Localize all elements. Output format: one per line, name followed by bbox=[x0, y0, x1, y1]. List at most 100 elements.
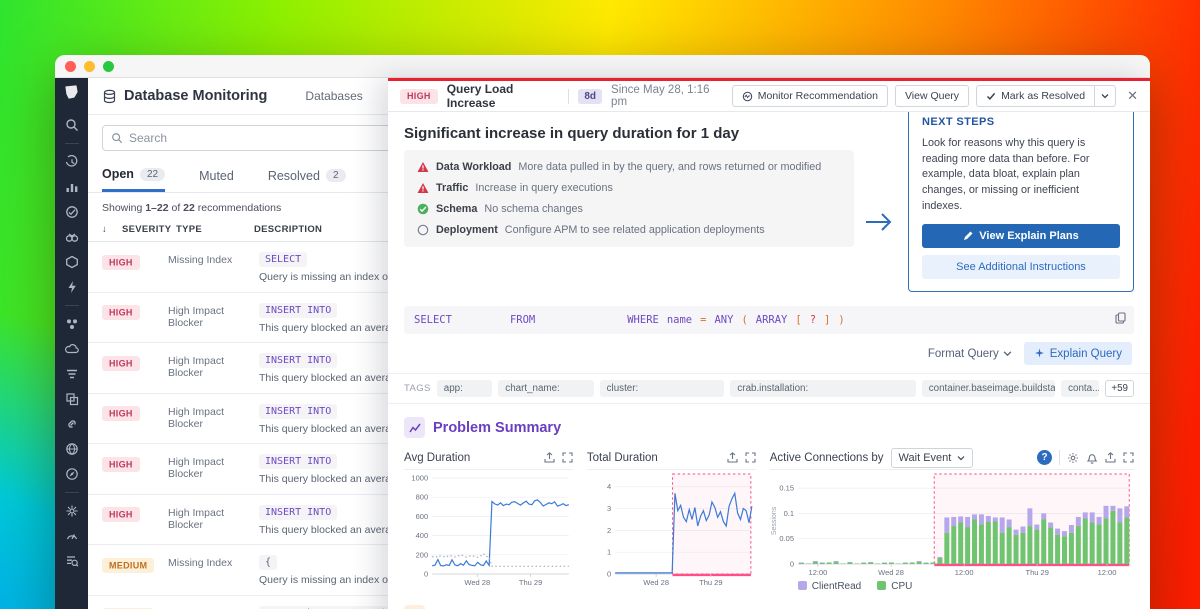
cloud-icon[interactable] bbox=[65, 342, 79, 356]
view-explain-plans-button[interactable]: View Explain Plans bbox=[922, 224, 1120, 248]
sql-token: = bbox=[700, 314, 706, 326]
active-connections-chart[interactable]: 00.050.10.1512:00Wed 2812:00Thu 2912:00S… bbox=[770, 470, 1134, 578]
export-icon[interactable] bbox=[544, 452, 555, 463]
tag-pill[interactable]: container.baseimage.buildstamp: bbox=[922, 380, 1055, 397]
watchdog-icon[interactable] bbox=[65, 230, 79, 244]
recommendation-type: High Impact Blocker bbox=[168, 505, 259, 531]
tab-muted[interactable]: Muted bbox=[199, 167, 234, 192]
chevron-down-icon bbox=[957, 454, 965, 462]
explain-query-button[interactable]: Explain Query bbox=[1024, 342, 1132, 365]
ci-settings-icon[interactable] bbox=[65, 504, 79, 518]
tag-pill[interactable]: app: bbox=[437, 380, 493, 397]
since-timestamp: Since May 28, 1:16 pm bbox=[611, 84, 723, 108]
tag-pill[interactable]: conta... bbox=[1061, 380, 1099, 397]
window-titlebar bbox=[55, 55, 1150, 78]
close-traffic-light[interactable] bbox=[65, 61, 76, 72]
minimize-traffic-light[interactable] bbox=[84, 61, 95, 72]
sidebar-divider bbox=[65, 143, 79, 144]
svg-text:12:00: 12:00 bbox=[1097, 568, 1116, 577]
resolve-dropdown-button[interactable] bbox=[1095, 85, 1116, 107]
close-icon[interactable]: ✕ bbox=[1127, 88, 1138, 104]
svg-text:Thu 29: Thu 29 bbox=[1025, 568, 1048, 577]
tab-resolved[interactable]: Resolved2 bbox=[268, 167, 346, 192]
chart-title: Total Duration bbox=[587, 452, 658, 464]
summary-item: Data WorkloadMore data pulled in by the … bbox=[417, 161, 841, 173]
circle-icon bbox=[417, 224, 429, 236]
logs-icon[interactable] bbox=[65, 367, 79, 381]
sql-token: ANY bbox=[714, 314, 733, 326]
detail-headline: Significant increase in query duration f… bbox=[404, 125, 854, 142]
legend-cpu[interactable]: CPU bbox=[877, 581, 912, 592]
query-list-icon[interactable] bbox=[65, 554, 79, 568]
expand-icon[interactable] bbox=[1123, 452, 1134, 463]
active-connections-chart-card: Active Connections by Wait Event ? bbox=[770, 448, 1134, 592]
more-tags-button[interactable]: +59 bbox=[1105, 380, 1134, 397]
chevron-down-icon bbox=[1101, 92, 1109, 100]
wait-event-select[interactable]: Wait Event bbox=[891, 448, 974, 468]
serverless-icon[interactable] bbox=[65, 529, 79, 543]
svg-text:Sessions: Sessions bbox=[771, 507, 778, 536]
gear-icon[interactable] bbox=[1067, 452, 1079, 464]
search-placeholder: Search bbox=[129, 131, 167, 145]
metrics-icon[interactable] bbox=[65, 180, 79, 194]
monitor-recommendation-button[interactable]: Monitor Recommendation bbox=[732, 85, 888, 107]
tab-open[interactable]: Open22 bbox=[102, 167, 165, 192]
tab-databases[interactable]: Databases bbox=[305, 89, 362, 103]
age-badge: 8d bbox=[578, 89, 602, 104]
mark-resolved-button[interactable]: Mark as Resolved bbox=[976, 85, 1095, 107]
expand-icon[interactable] bbox=[562, 452, 573, 463]
severity-badge: HIGH bbox=[102, 507, 140, 522]
datadog-logo-icon[interactable] bbox=[63, 84, 80, 101]
svg-text:Thu 29: Thu 29 bbox=[519, 578, 542, 587]
query-snippet: INSERT INTO bbox=[259, 404, 337, 419]
tag-pill[interactable]: crab.installation: bbox=[730, 380, 915, 397]
app-window: Database Monitoring Databases Query Metr… bbox=[55, 55, 1150, 609]
search-icon[interactable] bbox=[65, 118, 79, 132]
svg-text:4: 4 bbox=[607, 482, 611, 491]
pencil-icon bbox=[963, 231, 973, 241]
col-description[interactable]: DESCRIPTION bbox=[254, 224, 322, 235]
svg-text:600: 600 bbox=[416, 512, 429, 521]
legend-clientread[interactable]: ClientRead bbox=[798, 581, 861, 592]
chevron-down-icon bbox=[1003, 349, 1012, 358]
check-icon bbox=[417, 203, 429, 215]
col-severity[interactable]: SEVERITY bbox=[122, 224, 176, 235]
monitors-icon[interactable] bbox=[65, 205, 79, 219]
notebook-history-icon[interactable] bbox=[65, 155, 79, 169]
integrations-icon[interactable] bbox=[65, 417, 79, 431]
col-type[interactable]: TYPE bbox=[176, 224, 254, 235]
processes-icon[interactable] bbox=[65, 317, 79, 331]
database-icon bbox=[102, 89, 117, 104]
export-icon[interactable] bbox=[727, 452, 738, 463]
total-duration-chart-card: Total Duration 01234Wed 28Thu 29 bbox=[587, 448, 756, 592]
zoom-traffic-light[interactable] bbox=[103, 61, 114, 72]
events-icon[interactable] bbox=[65, 280, 79, 294]
sql-token: ] bbox=[824, 314, 830, 326]
security-icon[interactable] bbox=[65, 442, 79, 456]
detail-header: HIGH Query Load Increase 8d Since May 28… bbox=[388, 81, 1150, 112]
see-additional-instructions-button[interactable]: See Additional Instructions bbox=[922, 255, 1120, 279]
sidebar-divider bbox=[65, 492, 79, 493]
view-query-button[interactable]: View Query bbox=[895, 85, 969, 107]
expand-icon[interactable] bbox=[745, 452, 756, 463]
tag-pill[interactable]: cluster: bbox=[600, 380, 725, 397]
synthetics-icon[interactable] bbox=[65, 467, 79, 481]
format-query-button[interactable]: Format Query bbox=[928, 348, 1012, 360]
help-icon[interactable]: ? bbox=[1037, 450, 1052, 465]
tag-pill[interactable]: chart_name: bbox=[498, 380, 593, 397]
infrastructure-icon[interactable] bbox=[65, 255, 79, 269]
avg-duration-chart[interactable]: 02004006008001000Wed 28Thu 29 bbox=[404, 470, 573, 588]
monitor-icon bbox=[742, 91, 753, 102]
copy-icon[interactable] bbox=[1115, 312, 1126, 324]
export-icon[interactable] bbox=[1105, 452, 1116, 463]
svg-text:800: 800 bbox=[416, 493, 429, 502]
recommendation-type: High Impact Blocker bbox=[168, 454, 259, 480]
total-duration-chart[interactable]: 01234Wed 28Thu 29 bbox=[587, 470, 756, 588]
svg-text:0: 0 bbox=[607, 570, 611, 579]
tags-row: TAGS app:chart_name:cluster:crab.install… bbox=[388, 373, 1150, 404]
sql-token: FROM bbox=[510, 314, 535, 326]
snooze-icon[interactable] bbox=[1086, 452, 1098, 464]
svg-text:200: 200 bbox=[416, 551, 429, 560]
dashboards-icon[interactable] bbox=[65, 392, 79, 406]
sort-arrow-icon[interactable]: ↓ bbox=[102, 224, 110, 235]
